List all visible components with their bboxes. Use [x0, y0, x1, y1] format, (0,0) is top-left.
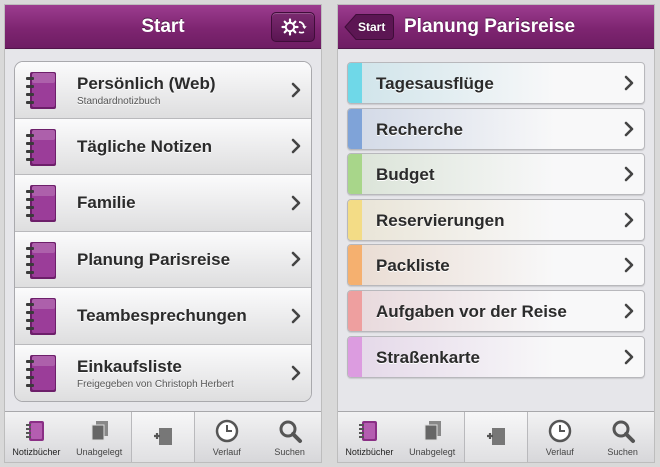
tab-bar: Notizbücher Unabgelegt Verlauf Suchen	[5, 411, 321, 462]
new-page-icon	[153, 428, 172, 445]
notebook-row[interactable]: Einkaufsliste Freigegeben von Christoph H…	[15, 344, 311, 401]
chevron-right-icon	[291, 138, 301, 154]
new-page-icon	[486, 428, 505, 445]
section-title: Packliste	[376, 256, 450, 276]
chevron-right-icon	[291, 365, 301, 381]
tab-unfiled[interactable]: Unabgelegt	[401, 412, 464, 462]
new-page-button[interactable]	[463, 412, 529, 462]
nav-bar: Start Planung Parisreise	[338, 5, 654, 49]
section-row[interactable]: Packliste	[347, 244, 645, 287]
tab-label: Verlauf	[212, 447, 241, 457]
section-row[interactable]: Aufgaben vor der Reise	[347, 290, 645, 332]
section-title: Budget	[376, 165, 435, 185]
notebook-icon	[26, 241, 56, 279]
back-button-label: Start	[358, 20, 386, 34]
tab-notebooks[interactable]: Notizbücher	[5, 412, 68, 462]
start-screen: Start Persönlich (Web) Standardnotizbuch T…	[4, 4, 322, 463]
tab-bar: Notizbücher Unabgelegt Verlauf Suchen	[338, 411, 654, 462]
notebook-row[interactable]: Tägliche Notizen	[15, 118, 311, 175]
unfiled-pages-icon	[91, 421, 109, 441]
section-color-tab	[348, 291, 362, 331]
chevron-right-icon	[291, 82, 301, 98]
search-icon	[279, 420, 302, 443]
notebook-icon	[26, 298, 56, 335]
chevron-right-icon	[624, 303, 634, 319]
notebook-list: Persönlich (Web) Standardnotizbuch Täglich…	[14, 61, 312, 402]
tab-recent[interactable]: Verlauf	[528, 412, 591, 462]
chevron-right-icon	[291, 308, 301, 324]
chevron-right-icon	[624, 258, 634, 273]
notebook-icon	[26, 354, 56, 392]
section-row[interactable]: Tagesausflüge	[347, 62, 645, 104]
clock-icon	[215, 419, 239, 443]
section-color-tab	[348, 108, 362, 149]
section-row[interactable]: Budget	[347, 153, 645, 196]
notebook-screen: Start Planung Parisreise Tagesausflüge Re…	[337, 4, 655, 463]
chevron-right-icon	[291, 195, 301, 211]
notebook-title: Persönlich (Web)	[77, 74, 216, 93]
section-title: Straßenkarte	[376, 347, 480, 367]
tab-notebooks[interactable]: Notizbücher	[338, 412, 401, 462]
chevron-right-icon	[624, 121, 634, 136]
tab-search[interactable]: Suchen	[258, 412, 321, 462]
notebook-icon	[26, 72, 56, 109]
tab-label: Notizbücher	[12, 447, 61, 457]
tab-label: Verlauf	[545, 447, 574, 457]
notebook-row[interactable]: Planung Parisreise	[15, 231, 311, 288]
tab-label: Suchen	[274, 447, 305, 457]
tab-label: Suchen	[607, 447, 638, 457]
page-title: Planung Parisreise	[404, 16, 576, 37]
notebook-row[interactable]: Persönlich (Web) Standardnotizbuch	[15, 62, 311, 119]
chevron-right-icon	[624, 75, 634, 91]
section-row[interactable]: Recherche	[347, 107, 645, 150]
section-color-tab	[348, 336, 362, 377]
notebooks-icon	[359, 421, 378, 441]
notebook-title: Einkaufsliste	[77, 356, 182, 376]
tab-label: Unabgelegt	[76, 447, 123, 457]
notebook-subtitle: Standardnotizbuch	[77, 96, 161, 107]
notebook-subtitle: Freigegeben von Christoph Herbert	[77, 378, 234, 390]
section-color-tab	[348, 63, 362, 103]
search-icon	[612, 420, 635, 443]
tab-label: Notizbücher	[345, 447, 394, 457]
nav-bar: Start	[5, 5, 321, 49]
section-title: Reservierungen	[376, 210, 505, 230]
section-color-tab	[348, 154, 362, 195]
section-title: Recherche	[376, 119, 463, 139]
section-color-tab	[348, 245, 362, 286]
section-row[interactable]: Straßenkarte	[347, 335, 645, 378]
chevron-right-icon	[624, 349, 634, 364]
notebook-icon	[26, 185, 56, 222]
notebook-row[interactable]: Teambesprechungen	[15, 288, 311, 345]
new-page-button[interactable]	[130, 412, 196, 462]
section-title: Aufgaben vor der Reise	[376, 302, 567, 321]
tab-recent[interactable]: Verlauf	[195, 412, 258, 462]
section-color-tab	[348, 199, 362, 240]
chevron-right-icon	[291, 251, 301, 267]
back-button[interactable]: Start	[344, 13, 394, 41]
tab-label: Unabgelegt	[409, 447, 456, 457]
notebook-content: Persönlich (Web) Standardnotizbuch Täglich…	[5, 50, 321, 411]
notebook-title: Planung Parisreise	[77, 249, 231, 269]
section-list: Tagesausflüge Recherche Budget Reservierung…	[338, 50, 654, 411]
sync-settings-button[interactable]	[271, 12, 315, 42]
section-title: Tagesausflüge	[376, 74, 494, 93]
notebook-title: Teambesprechungen	[77, 306, 247, 325]
tab-search[interactable]: Suchen	[591, 412, 654, 462]
clock-icon	[548, 419, 572, 443]
notebook-title: Tägliche Notizen	[77, 136, 213, 156]
notebook-row[interactable]: Familie	[15, 175, 311, 232]
tab-unfiled[interactable]: Unabgelegt	[68, 412, 131, 462]
unfiled-pages-icon	[424, 421, 442, 441]
notebook-title: Familie	[77, 193, 136, 212]
notebook-icon	[26, 128, 56, 166]
sync-gear-icon	[281, 18, 307, 36]
notebooks-icon	[26, 421, 45, 441]
chevron-right-icon	[624, 212, 634, 228]
chevron-right-icon	[624, 166, 634, 182]
section-row[interactable]: Reservierungen	[347, 198, 645, 241]
